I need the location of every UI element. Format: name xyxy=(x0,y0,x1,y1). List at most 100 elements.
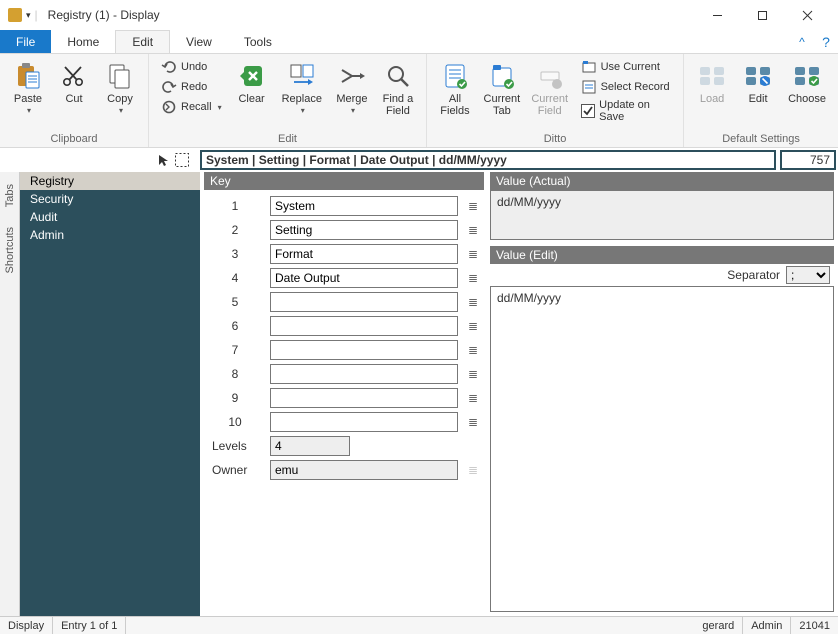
defaults-choose-icon xyxy=(791,60,823,92)
select-record-button[interactable]: Select Record xyxy=(577,78,676,96)
key-insert-icon[interactable]: ≣ xyxy=(464,391,482,405)
chevron-down-icon: ▾ xyxy=(27,106,31,115)
key-row-num: 5 xyxy=(206,295,264,309)
paste-button[interactable]: Paste ▾ xyxy=(8,58,48,117)
ribbon-tab-home[interactable]: Home xyxy=(51,30,115,53)
value-edit-box[interactable]: dd/MM/yyyy xyxy=(490,286,834,612)
key-insert-icon[interactable]: ≣ xyxy=(464,367,482,381)
defaults-edit-icon xyxy=(742,60,774,92)
value-actual-box: dd/MM/yyyy xyxy=(490,190,834,240)
recall-button[interactable]: Recall▾ xyxy=(157,98,226,116)
update-on-save-checkbox[interactable]: Update on Save xyxy=(577,98,676,124)
key-input-7[interactable] xyxy=(270,340,458,360)
key-panel: Key 1≣ 2≣ 3≣ 4≣ 5≣ 6≣ 7≣ 8≣ 9≣ 10≣ Level… xyxy=(204,172,484,612)
key-input-5[interactable] xyxy=(270,292,458,312)
cut-button[interactable]: Cut xyxy=(54,58,94,107)
defaults-edit-button[interactable]: Edit xyxy=(738,58,778,107)
sidebar-item-security[interactable]: Security xyxy=(20,190,200,208)
find-field-button[interactable]: Find a Field xyxy=(378,58,418,119)
replace-icon xyxy=(286,60,318,92)
key-insert-icon[interactable]: ≣ xyxy=(464,415,482,429)
close-button[interactable] xyxy=(785,1,830,29)
window-title: Registry (1) - Display xyxy=(48,8,160,22)
key-row-num: 3 xyxy=(206,247,264,261)
key-insert-icon[interactable]: ≣ xyxy=(464,295,482,309)
ditto-all-fields-button[interactable]: All Fields xyxy=(435,58,475,119)
qat-dropdown-icon[interactable]: ▾ xyxy=(26,10,31,21)
sidebar-item-admin[interactable]: Admin xyxy=(20,226,200,244)
sidebar: Registry Security Audit Admin xyxy=(20,172,200,616)
status-bar: Display Entry 1 of 1 gerard Admin 21041 xyxy=(0,616,838,634)
clear-button[interactable]: Clear xyxy=(232,58,272,107)
ditto-current-field-button: Current Field xyxy=(529,58,571,119)
key-insert-icon[interactable]: ≣ xyxy=(464,319,482,333)
all-fields-icon xyxy=(439,60,471,92)
key-insert-icon[interactable]: ≣ xyxy=(464,247,482,261)
sidebar-item-audit[interactable]: Audit xyxy=(20,208,200,226)
ribbon-group-edit: Undo Redo Recall▾ Clear Replace▾ Merge▾ … xyxy=(149,54,427,147)
key-row-num: 9 xyxy=(206,391,264,405)
value-actual-panel: Value (Actual) dd/MM/yyyy xyxy=(490,172,834,240)
replace-button[interactable]: Replace▾ xyxy=(278,58,326,117)
recall-icon xyxy=(161,99,177,115)
sidebar-item-registry[interactable]: Registry xyxy=(20,172,200,190)
key-row-num: 2 xyxy=(206,223,264,237)
key-row-num: 7 xyxy=(206,343,264,357)
ribbon: Paste ▾ Cut Copy ▾ Clipboard Undo Redo R… xyxy=(0,54,838,148)
key-insert-icon[interactable]: ≣ xyxy=(464,199,482,213)
merge-button[interactable]: Merge▾ xyxy=(332,58,372,117)
value-edit-header: Value (Edit) xyxy=(490,246,834,264)
key-row-num: 4 xyxy=(206,271,264,285)
ribbon-tab-view[interactable]: View xyxy=(170,30,228,53)
copy-button[interactable]: Copy ▾ xyxy=(100,58,140,117)
defaults-load-button: Load xyxy=(692,58,732,107)
use-current-icon xyxy=(581,59,597,75)
current-tab-icon xyxy=(486,60,518,92)
key-input-4[interactable] xyxy=(270,268,458,288)
key-row-num: 8 xyxy=(206,367,264,381)
status-role: Admin xyxy=(743,617,791,634)
defaults-choose-button[interactable]: Choose xyxy=(784,58,830,107)
cursor-tool-icon[interactable] xyxy=(156,153,170,167)
clear-icon xyxy=(236,60,268,92)
minimize-button[interactable] xyxy=(695,1,740,29)
key-insert-icon[interactable]: ≣ xyxy=(464,343,482,357)
key-input-3[interactable] xyxy=(270,244,458,264)
maximize-button[interactable] xyxy=(740,1,785,29)
key-input-2[interactable] xyxy=(270,220,458,240)
status-entry: Entry 1 of 1 xyxy=(53,617,126,634)
levels-label: Levels xyxy=(206,439,264,453)
value-actual-header: Value (Actual) xyxy=(490,172,834,190)
search-icon xyxy=(382,60,414,92)
chevron-down-icon: ▾ xyxy=(119,106,123,115)
key-input-1[interactable] xyxy=(270,196,458,216)
main-area: Key 1≣ 2≣ 3≣ 4≣ 5≣ 6≣ 7≣ 8≣ 9≣ 10≣ Level… xyxy=(200,172,838,616)
ribbon-tab-edit[interactable]: Edit xyxy=(115,30,170,53)
key-row-num: 6 xyxy=(206,319,264,333)
vtab-tabs[interactable]: Tabs xyxy=(4,184,16,207)
ribbon-collapse-icon[interactable]: ^ xyxy=(790,30,814,53)
key-insert-icon[interactable]: ≣ xyxy=(464,271,482,285)
key-input-6[interactable] xyxy=(270,316,458,336)
help-icon[interactable]: ? xyxy=(814,30,838,53)
key-row-num: 10 xyxy=(206,415,264,429)
ribbon-tab-tools[interactable]: Tools xyxy=(228,30,288,53)
redo-button[interactable]: Redo xyxy=(157,78,226,96)
ribbon-group-defaults: Load Edit Choose Default Settings xyxy=(684,54,838,147)
owner-label: Owner xyxy=(206,463,264,477)
undo-button[interactable]: Undo xyxy=(157,58,226,76)
use-current-button[interactable]: Use Current xyxy=(577,58,676,76)
key-input-10[interactable] xyxy=(270,412,458,432)
separator-select[interactable]: ; xyxy=(786,266,830,284)
vtab-shortcuts[interactable]: Shortcuts xyxy=(4,227,16,273)
key-row-num: 1 xyxy=(206,199,264,213)
levels-field xyxy=(270,436,350,456)
selection-tool-icon[interactable] xyxy=(174,152,190,168)
ditto-current-tab-button[interactable]: Current Tab xyxy=(481,58,523,119)
key-insert-icon[interactable]: ≣ xyxy=(464,223,482,237)
key-input-9[interactable] xyxy=(270,388,458,408)
key-input-8[interactable] xyxy=(270,364,458,384)
path-field[interactable]: System | Setting | Format | Date Output … xyxy=(200,150,776,170)
ribbon-tab-file[interactable]: File xyxy=(0,30,51,53)
status-build: 21041 xyxy=(791,617,838,634)
